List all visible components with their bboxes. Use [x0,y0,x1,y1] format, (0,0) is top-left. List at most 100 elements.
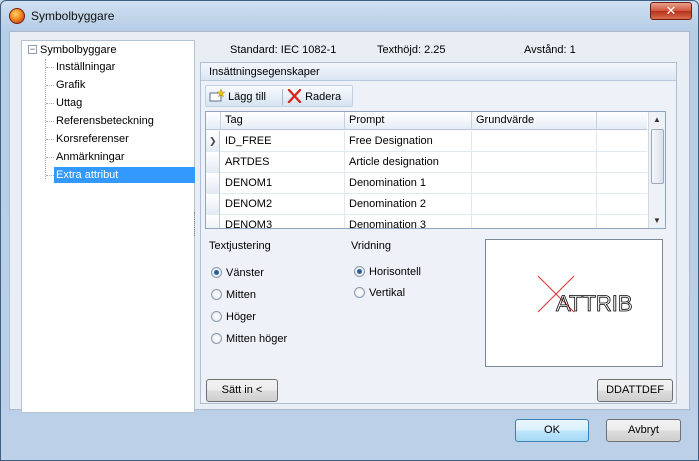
text-justification-label: Textjustering [209,240,271,252]
row-header[interactable] [206,152,220,173]
insert-button[interactable]: Sätt in < [206,379,278,402]
cell-default[interactable] [472,131,597,152]
ddattdef-button[interactable]: DDATTDEF [597,379,673,402]
row-header[interactable] [206,173,220,194]
tree-item-grafik[interactable]: Grafik [56,77,85,93]
dialog-client-area: − Symbolbyggare Inställningar Grafik Utt… [9,31,690,413]
radio-horizontal-label: Horisontell [369,266,421,278]
cell-tag[interactable]: DENOM3 [221,215,345,228]
dialog-window: Symbolbyggare ✕ − Symbolbyggare Inställn… [0,0,699,461]
ok-button[interactable]: OK [515,419,589,442]
cell-default[interactable] [472,194,597,215]
tree-connector [46,103,54,104]
group-title: Insättningsegenskaper [201,63,676,81]
insert-properties-group: Insättningsegenskaper Lägg till Radera T… [200,62,677,404]
radio-vertical[interactable]: Vertikal [354,285,405,301]
add-row-icon [209,88,226,102]
window-title: Symbolbyggare [31,9,115,23]
tree-item-referensbeteckning[interactable]: Referensbeteckning [56,113,154,129]
preview-attribute-text: ATTRIB [556,291,633,316]
add-button-label: Lägg till [228,91,266,103]
table-row[interactable]: DENOM3 Denomination 3 [206,215,647,228]
tree-connector [45,59,46,179]
scroll-thumb[interactable] [651,129,664,184]
radio-icon[interactable] [211,311,222,322]
splitter-handle[interactable] [194,212,197,236]
add-button[interactable]: Lägg till [209,88,266,106]
cell-tag[interactable]: DENOM1 [221,173,345,194]
table-row[interactable]: ❯ ID_FREE Free Designation [206,131,647,152]
table-row[interactable]: ARTDES Article designation [206,152,647,173]
collapse-icon[interactable]: − [28,45,37,54]
cell-prompt[interactable]: Denomination 1 [345,173,472,194]
app-icon [9,8,25,24]
close-button[interactable]: ✕ [650,2,692,20]
tree-connector [46,139,54,140]
standard-info-row: Standard: IEC 1082-1 Texthöjd: 2.25 Avst… [200,40,680,60]
tree-item-uttag[interactable]: Uttag [56,95,82,111]
delete-button[interactable]: Radera [287,88,341,106]
tree-connector [46,157,54,158]
standard-label: Standard: IEC 1082-1 [230,44,337,56]
rotation-label: Vridning [351,240,391,252]
attribute-preview: ATTRIB [485,239,663,367]
scroll-up-icon[interactable]: ▲ [653,115,661,124]
column-header-prompt[interactable]: Prompt [345,112,472,130]
radio-middle-right[interactable]: Mitten höger [211,331,287,347]
column-header-tag[interactable]: Tag [221,112,345,130]
table-row[interactable]: DENOM1 Denomination 1 [206,173,647,194]
tree-connector [46,121,54,122]
tree-connector [46,85,54,86]
tree-item-installningar[interactable]: Inställningar [56,59,115,75]
title-bar[interactable]: Symbolbyggare ✕ [1,1,698,31]
cell-default[interactable] [472,215,597,228]
settings-tree: − Symbolbyggare Inställningar Grafik Utt… [21,40,195,413]
cell-prompt[interactable]: Article designation [345,152,472,173]
row-header[interactable] [206,215,220,228]
cell-default[interactable] [472,173,597,194]
scroll-down-icon[interactable]: ▼ [653,216,661,225]
radio-icon[interactable] [211,333,222,344]
grid-corner [206,112,221,130]
radio-icon[interactable] [354,287,365,298]
table-row[interactable]: DENOM2 Denomination 2 [206,194,647,215]
toolbar-separator [282,89,283,105]
cell-prompt[interactable]: Denomination 3 [345,215,472,228]
radio-selected-icon[interactable] [211,267,222,278]
cell-default[interactable] [472,152,597,173]
attribute-toolbar: Lägg till Radera [205,85,353,107]
grid-header: Tag Prompt Grundvärde [206,112,647,130]
radio-right[interactable]: Höger [211,309,256,325]
radio-icon[interactable] [211,289,222,300]
radio-selected-icon[interactable] [354,266,365,277]
tree-item-extra-attribut[interactable]: Extra attribut [54,167,195,183]
radio-horizontal[interactable]: Horisontell [354,264,421,280]
cancel-button[interactable]: Avbryt [606,419,681,442]
grid-vertical-scrollbar[interactable]: ▲ ▼ [648,112,665,228]
column-header-default[interactable]: Grundvärde [472,112,597,130]
cell-tag[interactable]: ARTDES [221,152,345,173]
spacing-label: Avstånd: 1 [524,44,576,56]
cell-tag[interactable]: DENOM2 [221,194,345,215]
cell-prompt[interactable]: Denomination 2 [345,194,472,215]
preview-canvas: ATTRIB [537,275,633,316]
current-row-icon: ❯ [209,136,217,146]
text-height-label: Texthöjd: 2.25 [377,44,446,56]
row-header[interactable]: ❯ [206,131,220,152]
radio-vertical-label: Vertikal [369,287,406,299]
row-header[interactable] [206,194,220,215]
radio-middle[interactable]: Mitten [211,287,256,303]
tree-root-symbolbyggare[interactable]: Symbolbyggare [40,42,116,58]
radio-left[interactable]: Vänster [211,265,264,281]
radio-left-label: Vänster [226,267,264,279]
radio-right-label: Höger [226,311,256,323]
cell-prompt[interactable]: Free Designation [345,131,472,152]
delete-icon [287,88,302,104]
tree-connector [46,67,54,68]
tree-connector [46,175,54,176]
radio-middle-right-label: Mitten höger [226,333,288,345]
tree-item-korsreferenser[interactable]: Korsreferenser [56,131,129,147]
radio-middle-label: Mitten [226,289,256,301]
cell-tag[interactable]: ID_FREE [221,131,345,152]
tree-item-anmarkningar[interactable]: Anmärkningar [56,149,124,165]
